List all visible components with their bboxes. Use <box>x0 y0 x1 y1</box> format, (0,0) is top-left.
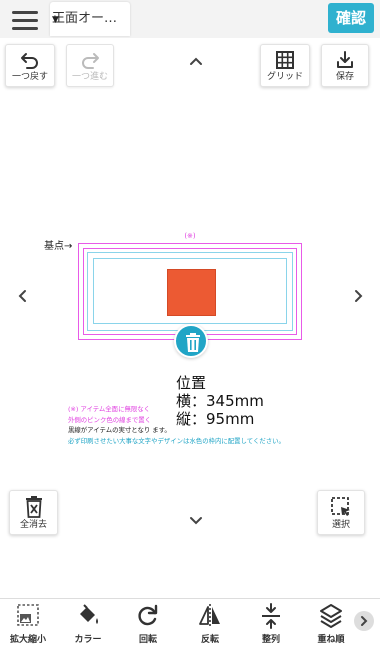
align-tool[interactable]: 整列 <box>243 599 299 645</box>
toolbar-next-button[interactable] <box>354 611 374 631</box>
flip-label: 反転 <box>200 635 219 645</box>
view-selector-tab[interactable]: ▼ 正面オー… <box>50 2 130 36</box>
hamburger-menu-icon[interactable] <box>8 8 42 34</box>
note-line-4: 必ず印刷させたい大事な文字やデザインは水色の枠内に配置してください。 <box>68 436 285 445</box>
save-label: 保存 <box>335 72 354 82</box>
selected-design-element[interactable] <box>167 269 216 316</box>
bottom-toolbar: 拡大縮小 カラー 回転 反転 整列 重ね順 <box>0 598 380 645</box>
clear-all-label: 全消去 <box>19 520 47 530</box>
layer-order-tool[interactable]: 重ね順 <box>303 599 359 645</box>
dropdown-arrow-icon: ▼ <box>52 15 59 25</box>
trash-icon <box>186 333 200 352</box>
note-line-2: 外側のピンク色の線まで置く <box>68 415 152 424</box>
note-line-1: (※) アイテム全面に無限なく <box>68 405 151 413</box>
select-area-icon <box>331 497 350 516</box>
align-label: 整列 <box>261 635 280 645</box>
select-label: 選択 <box>331 520 350 530</box>
layers-icon <box>320 604 342 628</box>
color-label: カラー <box>74 635 102 645</box>
undo-icon <box>21 53 38 69</box>
resize-icon <box>17 604 39 626</box>
undo-label: 一つ戻す <box>11 72 48 82</box>
position-title: 位置 <box>176 374 207 392</box>
flip-tool[interactable]: 反転 <box>182 599 238 645</box>
note-line-3: 黒線がアイテムの実寸となり ます。 <box>68 426 171 434</box>
delete-element-button[interactable] <box>174 324 208 358</box>
resize-label: 拡大縮小 <box>9 635 46 645</box>
grid-icon <box>276 51 294 69</box>
rotate-tool[interactable]: 回転 <box>120 599 176 645</box>
color-tool[interactable]: カラー <box>60 599 116 645</box>
undo-button[interactable]: 一つ戻す <box>5 44 55 87</box>
flip-icon <box>199 604 220 628</box>
select-button[interactable]: 選択 <box>317 490 365 535</box>
redo-icon <box>82 53 99 69</box>
download-icon <box>337 51 353 68</box>
paint-bucket-icon <box>80 604 98 624</box>
chevron-right-icon <box>361 616 368 626</box>
layer-order-label: 重ね順 <box>317 635 345 645</box>
redo-button[interactable]: 一つ進む <box>66 44 114 87</box>
top-bar: ▼ 正面オー… 確認 <box>0 0 380 38</box>
scroll-up-arrow-icon[interactable] <box>186 51 206 71</box>
trash-clear-icon <box>25 496 42 518</box>
guide-notes: (※) アイテム全面に無限なく 外側のピンク色の線まで置く 黒線がアイテムの実寸… <box>68 404 338 446</box>
clear-all-button[interactable]: 全消去 <box>9 490 58 535</box>
scroll-left-arrow-icon[interactable] <box>13 286 33 306</box>
align-icon <box>262 603 280 629</box>
save-button[interactable]: 保存 <box>321 44 369 87</box>
confirm-button[interactable]: 確認 <box>328 3 374 33</box>
grid-label: グリッド <box>266 72 303 82</box>
scroll-down-arrow-icon[interactable] <box>186 510 206 530</box>
redo-label: 一つ進む <box>71 72 108 82</box>
rotate-icon <box>138 604 158 626</box>
scroll-right-arrow-icon[interactable] <box>348 286 368 306</box>
view-tab-label: 正面オー… <box>52 11 118 26</box>
base-point-label: 基点→ <box>44 241 73 252</box>
grid-button[interactable]: グリッド <box>260 44 310 87</box>
resize-tool[interactable]: 拡大縮小 <box>0 599 56 645</box>
rotate-label: 回転 <box>138 635 157 645</box>
